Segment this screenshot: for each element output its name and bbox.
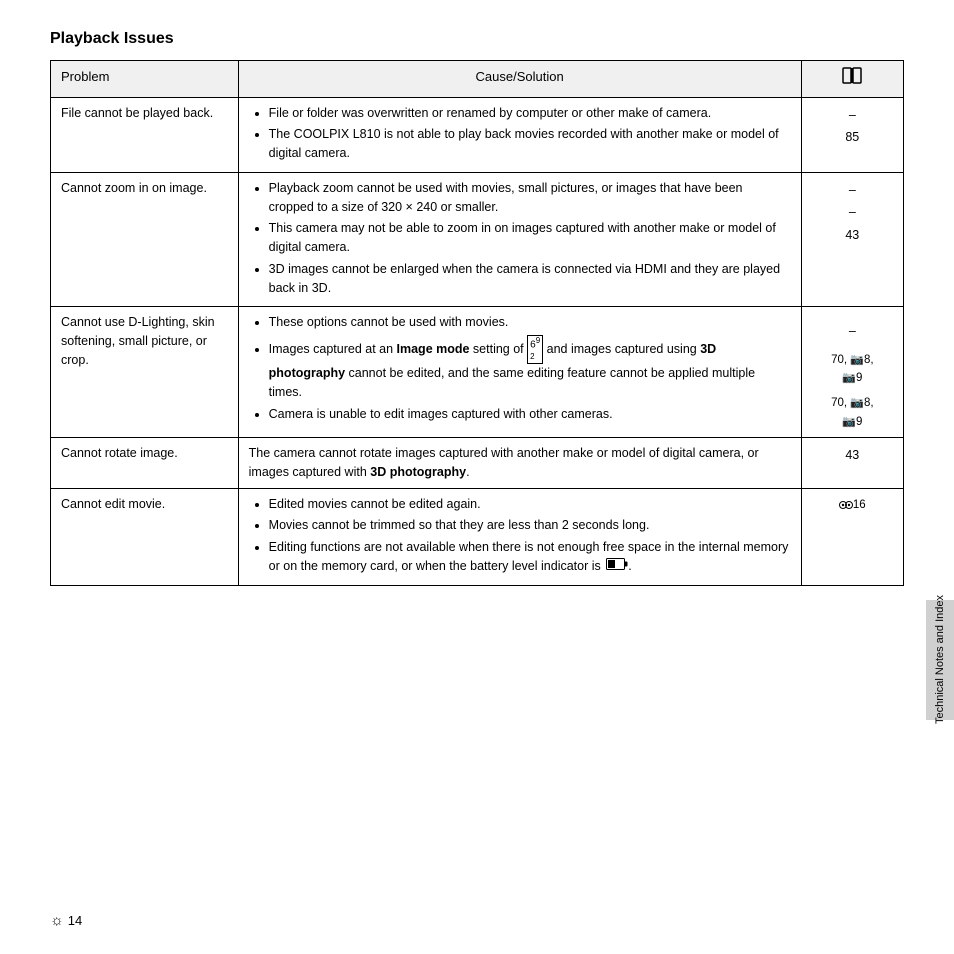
list-item: These options cannot be used with movies… xyxy=(269,313,791,332)
list-item: Playback zoom cannot be used with movies… xyxy=(269,179,791,217)
list-item: Movies cannot be trimmed so that they ar… xyxy=(269,516,791,535)
cause-cell: The camera cannot rotate images captured… xyxy=(238,438,801,489)
list-item: Edited movies cannot be edited again. xyxy=(269,495,791,514)
ref-value: 70, 📷8,📷9 xyxy=(812,351,893,388)
page-number: 14 xyxy=(68,913,82,928)
list-item: This camera may not be able to zoom in o… xyxy=(269,219,791,257)
page-content: Playback Issues Problem Cause/Solution xyxy=(0,0,954,616)
list-item: Images captured at an Image mode setting… xyxy=(269,335,791,402)
ref-value: – xyxy=(812,201,893,224)
ref-cell: – 85 xyxy=(801,97,903,172)
ref-value: 70, 📷8,📷9 xyxy=(812,394,893,431)
sidebar-label: Technical Notes and Index xyxy=(934,595,946,724)
list-item: Editing functions are not available when… xyxy=(269,538,791,576)
ref-value: – xyxy=(812,313,893,351)
ref-value: 85 xyxy=(812,126,893,149)
ref-value: 43 xyxy=(812,224,893,247)
bold-text: 3D photography xyxy=(370,465,466,479)
bold-text: 3D photography xyxy=(269,342,717,380)
issues-table: Problem Cause/Solution File cannot be pl… xyxy=(50,60,904,586)
ref-value: 16 xyxy=(812,495,893,516)
cause-cell: Playback zoom cannot be used with movies… xyxy=(238,172,801,307)
problem-cell: Cannot rotate image. xyxy=(51,438,239,489)
problem-cell: Cannot edit movie. xyxy=(51,488,239,585)
table-row: Cannot use D-Lighting, skin softening, s… xyxy=(51,307,904,438)
header-cause: Cause/Solution xyxy=(238,61,801,98)
ref-cell: 43 xyxy=(801,438,903,489)
list-item: File or folder was overwritten or rename… xyxy=(269,104,791,123)
ref-cell: 16 xyxy=(801,488,903,585)
ref-value: – xyxy=(812,179,893,202)
list-item: The COOLPIX L810 is not able to play bac… xyxy=(269,125,791,163)
ref-value: – xyxy=(812,104,893,127)
header-problem: Problem xyxy=(51,61,239,98)
header-ref xyxy=(801,61,903,98)
ref-value: 43 xyxy=(812,444,893,467)
page-footer: ☼ 14 xyxy=(50,912,82,929)
ref-cell: – 70, 📷8,📷9 70, 📷8,📷9 xyxy=(801,307,903,438)
problem-cell: File cannot be played back. xyxy=(51,97,239,172)
table-row: File cannot be played back. File or fold… xyxy=(51,97,904,172)
table-row: Cannot edit movie. Edited movies cannot … xyxy=(51,488,904,585)
table-row: Cannot zoom in on image. Playback zoom c… xyxy=(51,172,904,307)
sun-icon: ☼ xyxy=(50,912,64,929)
problem-cell: Cannot use D-Lighting, skin softening, s… xyxy=(51,307,239,438)
list-item: 3D images cannot be enlarged when the ca… xyxy=(269,260,791,298)
list-item: Camera is unable to edit images captured… xyxy=(269,405,791,424)
sidebar-tab: Technical Notes and Index xyxy=(926,600,954,720)
page-title: Playback Issues xyxy=(50,30,904,48)
problem-cell: Cannot zoom in on image. xyxy=(51,172,239,307)
cause-cell: Edited movies cannot be edited again. Mo… xyxy=(238,488,801,585)
bold-text: Image mode xyxy=(397,342,470,356)
cause-cell: These options cannot be used with movies… xyxy=(238,307,801,438)
table-row: Cannot rotate image. The camera cannot r… xyxy=(51,438,904,489)
cause-cell: File or folder was overwritten or rename… xyxy=(238,97,801,172)
ref-cell: – – 43 xyxy=(801,172,903,307)
